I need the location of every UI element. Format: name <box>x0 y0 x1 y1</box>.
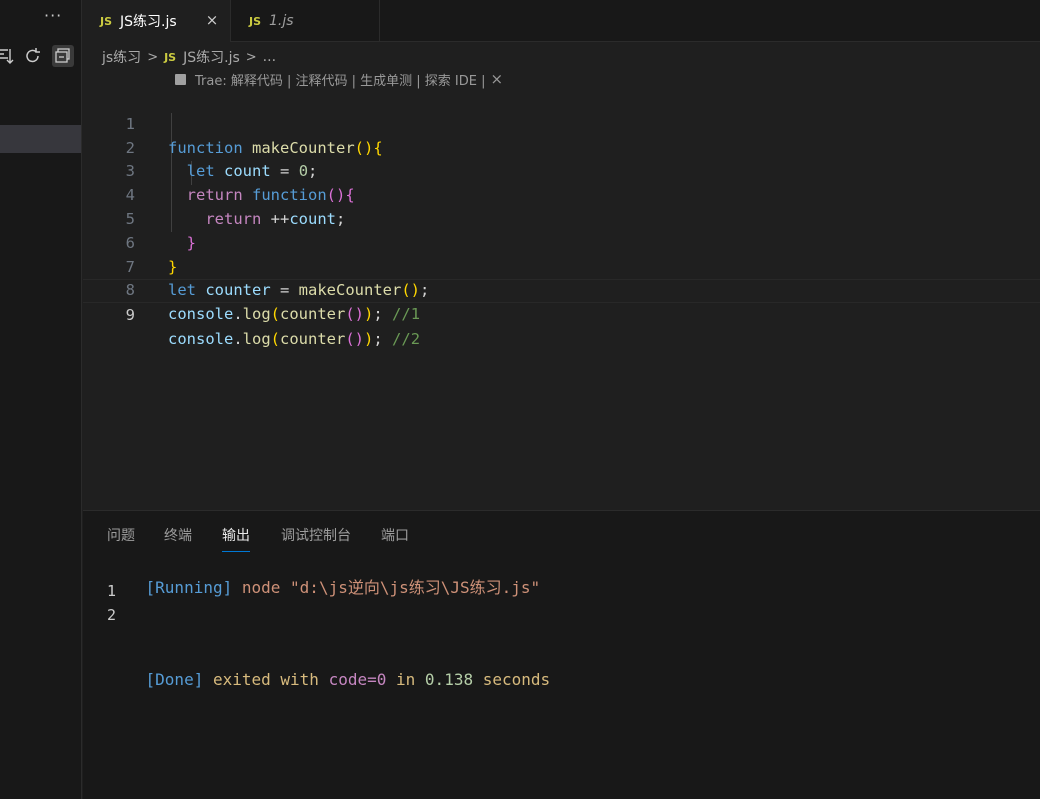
refresh-icon[interactable] <box>23 45 43 67</box>
tab-debug-console[interactable]: 调试控制台 <box>281 525 351 545</box>
tab-output[interactable]: 输出 <box>222 525 250 552</box>
collapse-folders-icon[interactable] <box>0 45 16 67</box>
output-line: 2 <box>107 606 117 624</box>
explorer-sidebar: ··· <box>0 0 82 799</box>
tab-problems[interactable]: 问题 <box>107 525 135 545</box>
code-line: 5 } <box>83 184 1040 252</box>
editor-tab-bar: JS JS练习.js × JS 1.js <box>83 0 1040 42</box>
code-line: 2 let count = 0; <box>83 113 1040 181</box>
tab-1-js[interactable]: JS 1.js <box>232 0 380 42</box>
trae-codelens: Trae: 解释代码 | 注释代码 | 生成单测 | 探索 IDE | × <box>175 70 504 89</box>
tab-ports[interactable]: 端口 <box>381 525 409 545</box>
code-line: 6 } <box>83 208 1040 276</box>
breadcrumb: js练习 > JS JS练习.js > ... <box>102 47 276 67</box>
trae-icon <box>175 73 186 85</box>
js-file-icon: JS <box>164 50 177 64</box>
line-number: 9 <box>125 306 135 325</box>
more-actions-icon[interactable]: ··· <box>44 6 62 25</box>
bottom-panel: 问题 终端 输出 调试控制台 端口 [Running] node "d:\js逆… <box>83 510 1040 799</box>
breadcrumb-folder[interactable]: js练习 <box>102 47 141 67</box>
selected-file-row[interactable] <box>0 125 81 153</box>
output-done-line: [Done] exited with code=0 in 0.138 secon… <box>145 670 551 689</box>
close-icon[interactable]: × <box>491 70 504 88</box>
tab-label: JS练习.js <box>120 14 177 30</box>
tab-js-practice[interactable]: JS JS练习.js × <box>83 0 231 42</box>
collapse-all-icon[interactable] <box>52 45 74 67</box>
breadcrumb-file[interactable]: JS练习.js <box>183 47 240 67</box>
tab-terminal[interactable]: 终端 <box>164 525 192 545</box>
code-editor[interactable]: 1 function makeCounter(){ 2 let count = … <box>83 89 1040 348</box>
code-line: 4 return ++count; <box>83 160 1040 228</box>
code-line: 1 function makeCounter(){ <box>83 89 1040 157</box>
js-file-icon: JS <box>249 14 262 28</box>
chevron-right-icon: > <box>245 49 257 65</box>
codelens-actions[interactable]: Trae: 解释代码 | 注释代码 | 生成单测 | 探索 IDE | <box>195 70 486 89</box>
tab-label: 1.js <box>269 13 294 29</box>
output-running-line: [Running] node "d:\js逆向\js练习\JS练习.js" <box>145 578 541 597</box>
chevron-right-icon: > <box>147 49 159 65</box>
code-line: 3 return function(){ <box>83 137 1040 204</box>
code-line: 8 console.log(counter()); //1 <box>83 256 1040 323</box>
code-line-current: 9 console.log(counter()); //2 <box>83 279 1040 348</box>
breadcrumb-symbol[interactable]: ... <box>263 49 276 65</box>
output-line: 1 <box>107 582 117 600</box>
js-file-icon: JS <box>100 14 113 28</box>
code-line: 7 let counter = makeCounter(); <box>83 232 1040 300</box>
close-icon[interactable]: × <box>204 12 220 28</box>
